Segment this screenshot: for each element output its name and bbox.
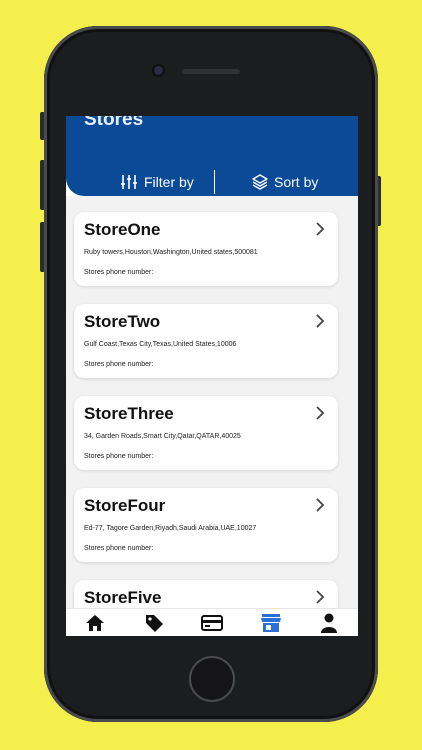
layers-icon [252, 174, 268, 190]
store-name: StoreOne [84, 220, 161, 239]
chevron-right-icon[interactable] [314, 222, 326, 236]
nav-profile[interactable] [318, 612, 340, 634]
tag-icon [145, 614, 163, 632]
store-card[interactable]: StoreTwo Gulf Coast,Texas City,Texas,Uni… [74, 304, 338, 378]
store-phone-label: Stores phone number: [84, 453, 154, 460]
store-phone-label: Stores phone number: [84, 545, 154, 552]
store-name: StoreFour [84, 496, 166, 515]
nav-offers[interactable] [143, 612, 165, 634]
store-name: StoreFive [84, 588, 162, 607]
bottom-nav [66, 608, 358, 636]
store-phone-label: Stores phone number: [84, 361, 154, 368]
store-name: StoreThree [84, 404, 174, 423]
chevron-right-icon[interactable] [314, 590, 326, 604]
nav-stores[interactable] [260, 612, 282, 634]
chevron-right-icon[interactable] [314, 314, 326, 328]
filter-sort-toolbar: Filter by Sort by [66, 170, 358, 196]
home-button [189, 656, 235, 702]
store-address: Ed-77, Tagore Garden,Riyadh,Saudi Arabia… [84, 525, 257, 532]
sort-button[interactable]: Sort by [252, 174, 318, 190]
front-camera [154, 66, 163, 75]
page-title: Stores [84, 116, 144, 130]
store-address: 34, Garden Roads,Smart City,Qatar,QATAR,… [84, 433, 241, 440]
sort-label: Sort by [274, 174, 319, 190]
person-icon [321, 613, 337, 633]
nav-cards[interactable] [201, 612, 223, 634]
store-card[interactable]: StoreThree 34, Garden Roads,Smart City,Q… [74, 396, 338, 470]
filter-icon [121, 175, 137, 189]
store-address: Ruby towers,Houston,Washington,United st… [84, 249, 258, 256]
store-name: StoreTwo [84, 312, 161, 331]
toolbar-divider [214, 170, 215, 194]
chevron-right-icon[interactable] [314, 406, 326, 420]
store-list: StoreOne Ruby towers,Houston,Washington,… [66, 196, 358, 636]
card-icon [201, 614, 223, 631]
store-address: Gulf Coast,Texas City,Texas,United State… [84, 341, 237, 348]
store-card[interactable]: StoreOne Ruby towers,Houston,Washington,… [74, 212, 338, 286]
header: Stores Filter by Sort by [66, 116, 358, 196]
nav-home[interactable] [84, 612, 106, 634]
home-icon [86, 614, 104, 631]
earpiece-speaker [182, 69, 240, 74]
store-phone-label: Stores phone number: [84, 269, 154, 276]
store-card[interactable]: StoreFour Ed-77, Tagore Garden,Riyadh,Sa… [74, 488, 338, 562]
filter-button[interactable]: Filter by [120, 174, 194, 190]
store-icon [260, 613, 281, 632]
filter-label: Filter by [144, 174, 194, 190]
app-screen: Stores Filter by Sort by StoreOne Ruby t… [66, 116, 358, 636]
chevron-right-icon[interactable] [314, 498, 326, 512]
